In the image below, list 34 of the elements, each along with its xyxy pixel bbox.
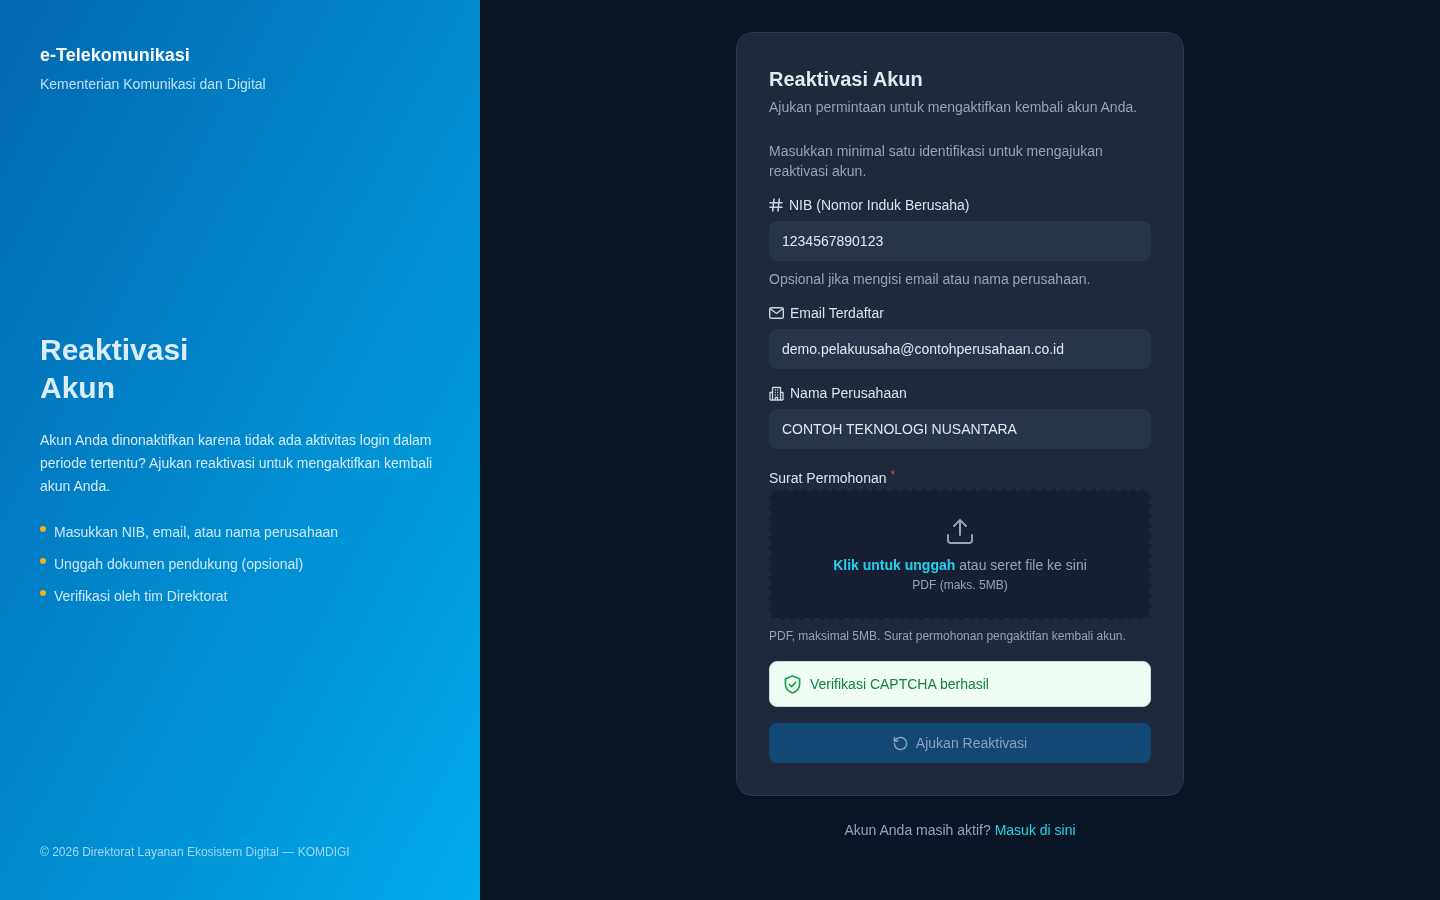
form-subtitle: Ajukan permintaan untuk mengaktifkan kembali akun Anda. <box>769 98 1139 117</box>
hero-description: Akun Anda dinonaktifkan karena tidak ada aktivitas login dalam periode tertentu? Ajukan reaktivasi untuk mengaktifkan kembali akun Anda. <box>40 431 434 496</box>
refresh-icon <box>892 735 908 751</box>
company-input[interactable]: CONTOH TEKNOLOGI NUSANTARA <box>769 409 1151 449</box>
field-hint: PDF, maksimal 5MB. Surat permohonan pengaktifan kembali akun. <box>769 628 1127 644</box>
step-text: Verifikasi oleh tim Direktorat <box>54 587 228 606</box>
form-title: Reaktivasi Akun <box>769 67 924 92</box>
field-label: Email Terdaftar <box>790 304 884 323</box>
upload-icon <box>946 516 974 545</box>
shield-check-icon <box>784 674 801 694</box>
copyright-text: © 2026 Direktorat Layanan Ekosistem Digital — KOMDIGI <box>40 844 351 860</box>
captcha-message: Verifikasi CAPTCHA berhasil <box>810 675 989 694</box>
field-label: NIB (Nomor Induk Berusaha) <box>789 196 970 215</box>
file-format-note: PDF (maks. 5MB) <box>912 576 1008 593</box>
field-hint: Opsional jika mengisi email atau nama perusahaan. <box>769 270 1092 289</box>
nib-input[interactable]: 1234567890123 <box>769 221 1151 261</box>
mail-icon <box>769 307 784 319</box>
upload-instructions: Klik untuk unggah atau seret file ke sini <box>833 555 1087 575</box>
brand-subtitle: Kementerian Komunikasi dan Digital <box>40 75 267 93</box>
field-label: Nama Perusahaan <box>790 384 907 403</box>
building-icon <box>769 385 784 401</box>
login-link[interactable]: Masuk di sini <box>994 822 1076 838</box>
step-text: Masukkan NIB, email, atau nama perusahaan <box>54 523 339 542</box>
step-text: Unggah dokumen pendukung (opsional) <box>54 555 304 574</box>
email-input[interactable]: demo.pelakuusaha@contohperusahaan.co.id <box>769 329 1151 369</box>
file-dropzone[interactable]: Klik untuk unggah atau seret file ke sini PDF (maks. 5MB) <box>769 489 1151 620</box>
form-instruction: Masukkan minimal satu identifikasi untuk mengajukan reaktivasi akun. <box>769 142 1104 181</box>
brand-title: e-Telekomunikasi <box>40 44 191 66</box>
hero-heading: Reaktivasi Akun <box>40 332 190 406</box>
hash-icon <box>769 198 783 212</box>
login-prompt: Akun Anda masih aktif? Masuk di sini <box>844 821 1076 840</box>
upload-link[interactable]: Klik untuk unggah <box>833 556 956 573</box>
field-label: Surat Permohonan <box>769 469 887 488</box>
required-mark: * <box>890 468 896 482</box>
